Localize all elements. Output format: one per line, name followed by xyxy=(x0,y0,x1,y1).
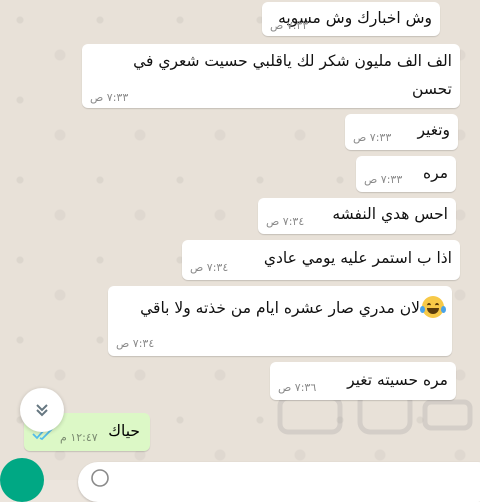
scroll-to-bottom-button[interactable] xyxy=(20,388,64,432)
message-text-content: لان مدري صار عشره ايام من خذته ولا باقي xyxy=(140,299,420,317)
message-time: ٧:٣٣ ص xyxy=(270,19,309,32)
double-chevron-down-icon xyxy=(36,404,48,417)
message-text: لان مدري صار عشره ايام من خذته ولا باقي xyxy=(140,296,446,318)
face-with-tears-of-joy-icon xyxy=(420,296,446,318)
incoming-message[interactable]: احس هدي النفشه ٧:٣٤ ص xyxy=(258,198,456,234)
attach-fab[interactable] xyxy=(0,458,44,502)
incoming-message[interactable]: لان مدري صار عشره ايام من خذته ولا باقي … xyxy=(108,286,452,356)
message-text: وتغير xyxy=(417,121,450,139)
incoming-message[interactable]: مره حسيته تغير ٧:٣٦ ص xyxy=(270,362,456,400)
message-time: ٧:٣٤ ص xyxy=(116,337,155,350)
message-time: ١٢:٤٧ م xyxy=(60,431,98,444)
message-input-bar[interactable] xyxy=(78,462,480,502)
message-time: ٧:٣٣ ص xyxy=(90,91,129,104)
message-time: ٧:٣٦ ص xyxy=(278,381,317,394)
message-time: ٧:٣٣ ص xyxy=(364,173,403,186)
emoji-icon xyxy=(91,469,109,487)
message-text: حياك xyxy=(108,422,140,440)
message-text: مره xyxy=(423,164,448,182)
message-text: احس هدي النفشه xyxy=(332,205,448,223)
incoming-message[interactable]: وش اخبارك وش مسويه ٧:٣٣ ص xyxy=(262,2,440,36)
message-time: ٧:٣٤ ص xyxy=(266,215,305,228)
incoming-message[interactable]: مره ٧:٣٣ ص xyxy=(356,156,456,192)
message-text: اذا ب استمر عليه يومي عادي xyxy=(263,249,452,267)
message-time: ٧:٣٤ ص xyxy=(190,261,229,274)
message-text-line-2: تحسن xyxy=(412,80,452,98)
incoming-message[interactable]: الف الف مليون شكر لك ياقلبي حسيت شعري في… xyxy=(82,44,460,108)
message-text: مره حسيته تغير xyxy=(347,371,448,389)
message-text-line-1: الف الف مليون شكر لك ياقلبي حسيت شعري في xyxy=(133,52,452,70)
incoming-message[interactable]: اذا ب استمر عليه يومي عادي ٧:٣٤ ص xyxy=(182,240,460,280)
incoming-message[interactable]: وتغير ٧:٣٣ ص xyxy=(345,114,458,150)
message-time: ٧:٣٣ ص xyxy=(353,131,392,144)
